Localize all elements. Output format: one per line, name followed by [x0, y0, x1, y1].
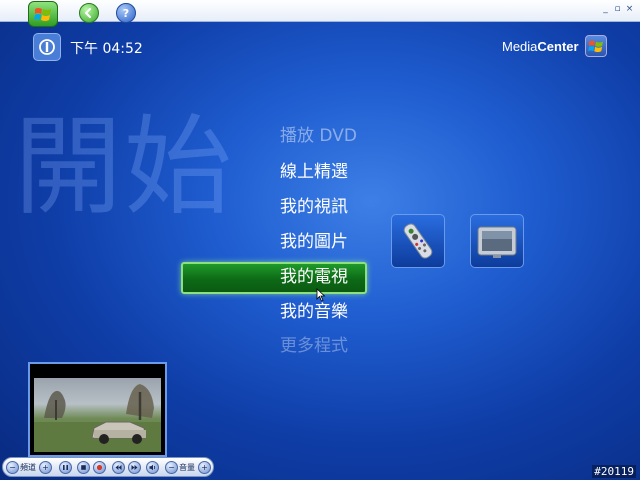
corner-id-label: #20119	[592, 465, 636, 478]
brand-text: MediaCenter	[502, 38, 579, 54]
power-button[interactable]	[33, 33, 61, 61]
menu-item-online-spotlight[interactable]: 線上精選	[280, 158, 460, 186]
record-button[interactable]	[93, 461, 106, 474]
minimize-button[interactable]: _	[601, 4, 610, 14]
stop-button[interactable]	[77, 461, 90, 474]
speaker-icon	[149, 464, 156, 471]
record-icon	[96, 464, 103, 471]
preview-scene-image	[34, 384, 161, 452]
media-center-brand: MediaCenter	[502, 35, 607, 57]
help-button[interactable]: ?	[116, 3, 136, 23]
mouse-cursor-icon	[316, 288, 326, 302]
menu-item-play-dvd[interactable]: 播放 DVD	[280, 122, 460, 150]
remote-control-icon	[403, 223, 433, 259]
start-button[interactable]	[28, 1, 58, 27]
tv-tile[interactable]	[470, 214, 524, 268]
pause-icon	[63, 465, 68, 470]
clock-time: 下午 04:52	[70, 41, 143, 57]
rewind-button[interactable]	[112, 461, 125, 474]
back-arrow-icon	[84, 7, 92, 19]
menu-item-more-programs[interactable]: 更多程式	[280, 332, 460, 354]
back-button[interactable]	[79, 3, 99, 23]
volume-down-button[interactable]: −	[165, 461, 178, 474]
power-icon	[39, 39, 55, 55]
volume-up-button[interactable]: +	[198, 461, 211, 474]
rewind-icon	[115, 465, 122, 470]
transport-controls: − 頻道 + − 音量 +	[2, 457, 214, 477]
stop-icon	[81, 465, 86, 470]
help-icon: ?	[123, 7, 129, 19]
fast-forward-button[interactable]	[128, 461, 141, 474]
page-title-watermark: 開始	[14, 105, 235, 230]
svg-text:?: ?	[123, 7, 129, 19]
restore-button[interactable]: ▫	[613, 4, 622, 14]
live-tv-preview[interactable]	[28, 362, 167, 457]
close-button[interactable]: ×	[625, 4, 634, 14]
mute-button[interactable]	[146, 461, 159, 474]
menu-item-my-music[interactable]: 我的音樂	[280, 298, 460, 326]
channel-up-button[interactable]: +	[39, 461, 52, 474]
pause-button[interactable]	[59, 461, 72, 474]
volume-label: 音量	[179, 463, 195, 472]
fast-forward-icon	[131, 465, 138, 470]
windows-logo-icon	[34, 8, 51, 21]
tv-monitor-icon	[477, 226, 517, 258]
windows-logo-icon	[587, 40, 603, 53]
channel-down-button[interactable]: −	[6, 461, 19, 474]
window-controls: _ ▫ ×	[601, 4, 634, 14]
brand-logo	[584, 35, 607, 57]
preview-video-frame	[34, 378, 161, 452]
remote-tile[interactable]	[391, 214, 445, 268]
channel-label: 頻道	[20, 463, 36, 472]
